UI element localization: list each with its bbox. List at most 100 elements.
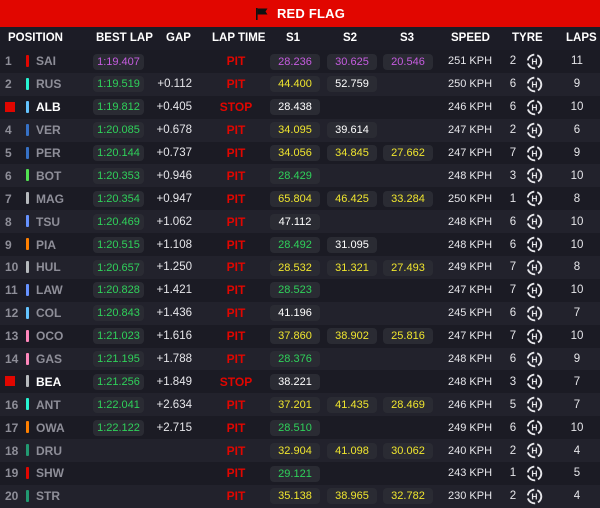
best-lap: 1:19.407 <box>93 53 144 70</box>
table-row[interactable]: 9 PIA 1:20.515 +1.108 PIT 28.492 31.095 248 KPH… <box>0 233 600 257</box>
driver-code[interactable]: HUL <box>36 256 61 279</box>
table-row[interactable]: 17 OWA 1:22.122 +2.715 PIT 28.510 249 KPH 6 H 10 <box>0 416 600 440</box>
position: 10 <box>5 260 19 275</box>
position: 9 <box>5 237 12 252</box>
sector-s2: 41.435 <box>327 396 377 413</box>
status: PIT <box>226 168 246 183</box>
table-row[interactable]: 11 LAW 1:20.828 +1.421 PIT 28.523 247 KPH 7 H 10 <box>0 278 600 302</box>
best-lap: 1:19.812 <box>93 99 144 116</box>
driver-code[interactable]: PIA <box>36 233 56 256</box>
table-row[interactable]: 7 MAG 1:20.354 +0.947 PIT 65.804 46.425 33.284 2… <box>0 187 600 211</box>
position: 16 <box>5 397 19 412</box>
best-lap: 1:20.354 <box>93 190 144 207</box>
tyre-age: 7 <box>509 330 517 343</box>
status: PIT <box>226 397 246 412</box>
header-laps[interactable]: LAPS <box>566 32 597 44</box>
table-row[interactable]: 19 SHW PIT 29.121 243 KPH 1 H 5 <box>0 462 600 485</box>
position: 18 <box>5 443 19 458</box>
sector-s2: 41.098 <box>327 442 377 459</box>
driver-code[interactable]: COL <box>36 302 61 325</box>
driver-code[interactable]: OWA <box>36 416 65 439</box>
driver-code[interactable]: SAI <box>36 50 56 73</box>
position: 14 <box>5 352 19 367</box>
table-row[interactable]: 16 ANT 1:22.041 +2.634 PIT 37.201 41.435 28.469… <box>0 393 600 417</box>
tyre-age: 6 <box>509 353 517 366</box>
best-lap: 1:20.843 <box>93 305 144 322</box>
driver-code[interactable]: RUS <box>36 73 61 96</box>
team-color-bar <box>26 421 29 434</box>
team-color-bar <box>26 261 29 274</box>
team-color-bar <box>26 398 29 411</box>
gap: +0.405 <box>156 101 193 114</box>
sector-s2: 34.845 <box>327 145 377 162</box>
gap: +0.946 <box>156 169 193 182</box>
sector-s1: 47.112 <box>270 213 320 230</box>
header-gap[interactable]: GAP <box>166 32 191 44</box>
header-tyre[interactable]: TYRE <box>512 32 543 44</box>
speed: 240 KPH <box>447 444 493 457</box>
svg-text:H: H <box>531 377 537 387</box>
tyre-age: 3 <box>509 375 517 388</box>
driver-code[interactable]: BOT <box>36 164 61 187</box>
hard-tyre-icon: H <box>526 259 542 276</box>
driver-code[interactable]: OCO <box>36 325 63 348</box>
table-row[interactable]: 13 OCO 1:21.023 +1.616 PIT 37.860 38.902 25.816… <box>0 324 600 348</box>
driver-code[interactable]: TSU <box>36 210 60 233</box>
sector-s1: 29.121 <box>270 465 320 482</box>
driver-code[interactable]: SHW <box>36 462 64 485</box>
hard-tyre-icon: H <box>526 351 542 367</box>
table-row[interactable]: 2 RUS 1:19.519 +0.112 PIT 44.400 52.759 250 KPH… <box>0 72 600 96</box>
header-best-lap[interactable]: BEST LAP <box>96 32 153 44</box>
driver-code[interactable]: ANT <box>36 393 61 416</box>
tyre-age: 2 <box>509 55 517 68</box>
table-row[interactable]: BEA 1:21.256 +1.849 STOP 38.221 248 KPH 3 H 7 <box>0 370 600 394</box>
gap: +1.788 <box>156 353 193 366</box>
table-row[interactable]: 4 VER 1:20.085 +0.678 PIT 34.095 39.614 247 KPH… <box>0 118 600 142</box>
position: 4 <box>5 123 12 138</box>
driver-code[interactable]: LAW <box>36 279 63 302</box>
sector-s2: 31.095 <box>327 236 377 253</box>
header-lap-time[interactable]: LAP TIME <box>212 32 265 44</box>
table-row[interactable]: 12 COL 1:20.843 +1.436 PIT 41.196 245 KPH 6 H 7 <box>0 301 600 325</box>
status: PIT <box>226 466 246 481</box>
driver-code[interactable]: ALB <box>36 96 61 119</box>
sector-s2: 38.965 <box>327 488 377 505</box>
header-s3[interactable]: S3 <box>400 32 414 44</box>
sector-s1: 37.201 <box>270 396 320 413</box>
table-row[interactable]: ALB 1:19.812 +0.405 STOP 28.438 246 KPH 6 H 10 <box>0 95 600 119</box>
status: PIT <box>226 237 246 252</box>
speed: 243 KPH <box>447 467 493 480</box>
table-row[interactable]: 5 PER 1:20.144 +0.737 PIT 34.056 34.845 27.662 2… <box>0 141 600 165</box>
driver-code[interactable]: MAG <box>36 187 64 210</box>
driver-code[interactable]: BEA <box>36 370 61 393</box>
driver-code[interactable]: VER <box>36 119 61 142</box>
laps: 10 <box>570 284 584 297</box>
header-s2[interactable]: S2 <box>343 32 357 44</box>
driver-code[interactable]: DRU <box>36 439 62 462</box>
table-row[interactable]: 8 TSU 1:20.469 +1.062 PIT 47.112 248 KPH 6 H 10 <box>0 210 600 234</box>
header-position[interactable]: POSITION <box>8 32 63 44</box>
table-row[interactable]: 20 STR PIT 35.138 38.965 32.782 230 KPH 2 H 4 <box>0 484 600 508</box>
table-row[interactable]: 18 DRU PIT 32.904 41.098 30.062 240 KPH 2 H 4 <box>0 439 600 463</box>
table-row[interactable]: 1 SAI 1:19.407 PIT 28.236 30.625 20.546 251 KPH… <box>0 50 600 73</box>
tyre-compound: H <box>525 96 543 119</box>
driver-code[interactable]: GAS <box>36 348 62 371</box>
svg-text:H: H <box>531 148 537 158</box>
speed: 247 KPH <box>447 124 493 137</box>
laps: 10 <box>570 169 584 182</box>
speed: 246 KPH <box>447 101 493 114</box>
header-speed[interactable]: SPEED <box>451 32 490 44</box>
position: 17 <box>5 420 19 435</box>
laps: 9 <box>573 353 581 366</box>
table-row[interactable]: 10 HUL 1:20.657 +1.250 PIT 28.532 31.321 27.493… <box>0 256 600 279</box>
driver-code[interactable]: STR <box>36 485 60 508</box>
table-row[interactable]: 14 GAS 1:21.195 +1.788 PIT 28.376 248 KPH 6 H 9 <box>0 347 600 371</box>
table-row[interactable]: 6 BOT 1:20.353 +0.946 PIT 28.429 248 KPH 3 H 10 <box>0 164 600 188</box>
header-s1[interactable]: S1 <box>286 32 300 44</box>
sector-s1: 44.400 <box>270 76 320 93</box>
team-color-bar <box>26 100 29 113</box>
sector-s1: 28.492 <box>270 236 320 253</box>
best-lap: 1:21.023 <box>93 328 144 345</box>
driver-code[interactable]: PER <box>36 142 61 165</box>
